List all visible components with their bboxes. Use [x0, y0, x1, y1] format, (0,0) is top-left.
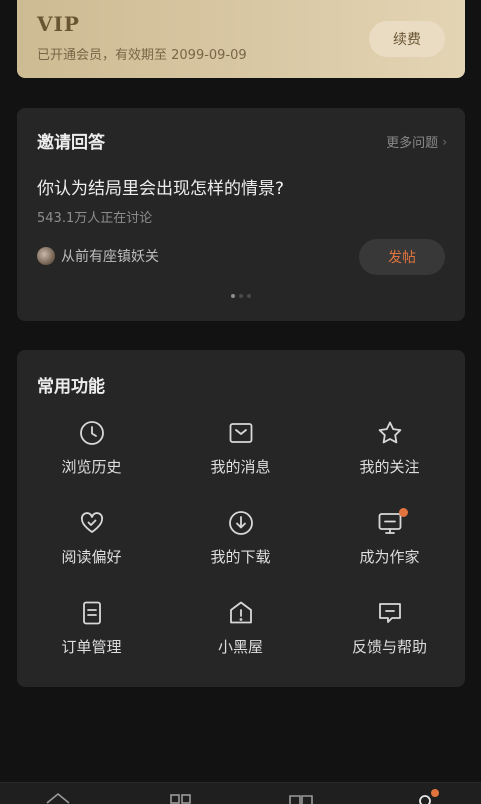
common-functions-title: 常用功能 — [37, 377, 105, 397]
function-order-management[interactable]: 订单管理 — [17, 598, 166, 688]
vip-title: VIP — [37, 12, 80, 36]
chevron-right-icon: › — [442, 134, 447, 149]
function-label: 订单管理 — [61, 638, 122, 656]
function-label: 我的下载 — [210, 548, 271, 566]
function-label: 我的关注 — [359, 458, 420, 476]
function-label: 反馈与帮助 — [351, 638, 427, 656]
function-my-messages[interactable]: 我的消息 — [166, 418, 315, 508]
function-label: 小黑屋 — [217, 638, 263, 656]
function-become-writer[interactable]: 成为作家 — [315, 508, 464, 598]
house-alert-icon — [229, 601, 252, 624]
download-icon — [228, 511, 253, 535]
message-box-icon — [229, 423, 252, 443]
function-my-follows[interactable]: 我的关注 — [315, 418, 464, 508]
function-label: 浏览历史 — [61, 458, 122, 476]
invite-answer-card: 邀请回答 更多问题 › 你认为结局里会出现怎样的情景? 543.1万人正在讨论 … — [17, 108, 465, 321]
question-title[interactable]: 你认为结局里会出现怎样的情景? — [37, 174, 284, 199]
notification-dot — [398, 508, 408, 517]
category-icon[interactable] — [168, 791, 194, 804]
bookshelf-icon[interactable] — [288, 791, 314, 804]
page-dot — [247, 294, 251, 298]
function-black-room[interactable]: 小黑屋 — [166, 598, 315, 688]
star-icon — [378, 421, 401, 444]
page-dot — [239, 294, 243, 298]
post-button[interactable]: 发帖 — [359, 239, 445, 275]
function-label: 成为作家 — [359, 548, 420, 566]
order-doc-icon — [82, 601, 101, 625]
feedback-icon — [378, 603, 401, 623]
clock-icon — [79, 421, 104, 445]
page-dot — [231, 294, 235, 298]
author-name: 从前有座镇妖关 — [61, 249, 159, 265]
common-functions-card: 常用功能 浏览历史 我的消息 我的关注 阅读偏好 我的下载 成为作家 订单管理 … — [17, 350, 465, 687]
function-label: 阅读偏好 — [61, 548, 122, 566]
renew-button[interactable]: 续费 — [369, 21, 445, 57]
page-indicator — [17, 294, 465, 298]
function-my-downloads[interactable]: 我的下载 — [166, 508, 315, 598]
avatar — [37, 247, 55, 265]
question-author[interactable]: 从前有座镇妖关 — [37, 246, 159, 266]
vip-expiry-text: 已开通会员，有效期至 2099-09-09 — [37, 48, 247, 63]
function-grid: 浏览历史 我的消息 我的关注 阅读偏好 我的下载 成为作家 订单管理 小黑屋 反… — [17, 418, 465, 688]
function-label: 我的消息 — [210, 458, 271, 476]
home-icon[interactable] — [45, 791, 71, 804]
more-questions-label: 更多问题 — [386, 136, 439, 151]
heart-check-icon — [80, 512, 103, 533]
function-feedback-help[interactable]: 反馈与帮助 — [315, 598, 464, 688]
more-questions-link[interactable]: 更多问题 › — [386, 132, 447, 152]
bottom-nav — [0, 782, 481, 804]
vip-card[interactable]: VIP 已开通会员，有效期至 2099-09-09 续费 — [17, 0, 465, 78]
function-reading-preference[interactable]: 阅读偏好 — [17, 508, 166, 598]
notification-dot — [431, 789, 439, 797]
function-browse-history[interactable]: 浏览历史 — [17, 418, 166, 508]
discussion-count: 543.1万人正在讨论 — [37, 211, 153, 226]
invite-title: 邀请回答 — [37, 133, 105, 153]
